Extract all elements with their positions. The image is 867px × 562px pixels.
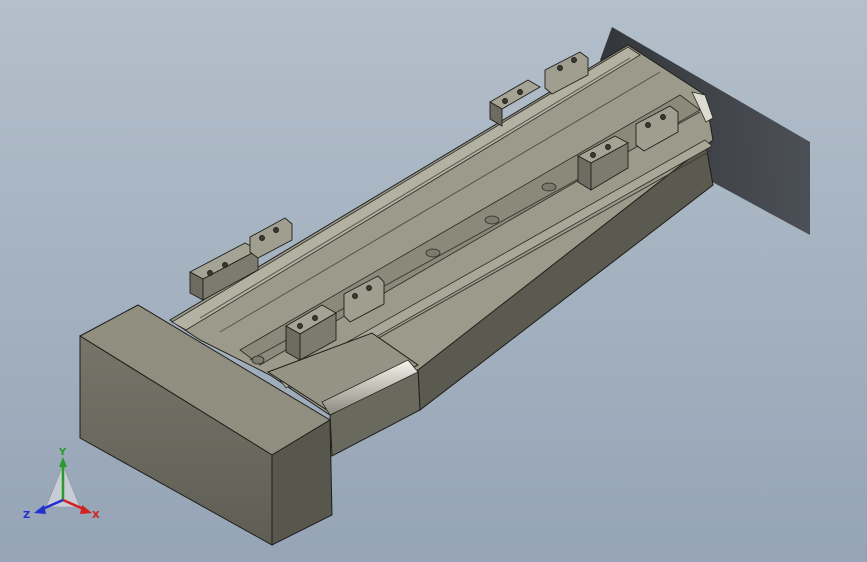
y-axis-label: Y (58, 447, 67, 458)
x-axis-arrow (80, 505, 92, 514)
orientation-triad[interactable]: Y X Z (20, 445, 110, 525)
z-axis-arrow (34, 505, 46, 514)
y-axis-arrow (59, 457, 67, 467)
hole (484, 215, 500, 225)
triad-graphic: Y X Z (23, 447, 100, 521)
linear-module-model[interactable] (0, 0, 867, 562)
graphics-viewport[interactable]: Y X Z (0, 0, 867, 562)
hole (251, 355, 265, 365)
z-axis-label: Z (23, 510, 30, 521)
hole (425, 248, 441, 258)
hole (541, 182, 557, 192)
x-axis-label: X (92, 510, 100, 521)
